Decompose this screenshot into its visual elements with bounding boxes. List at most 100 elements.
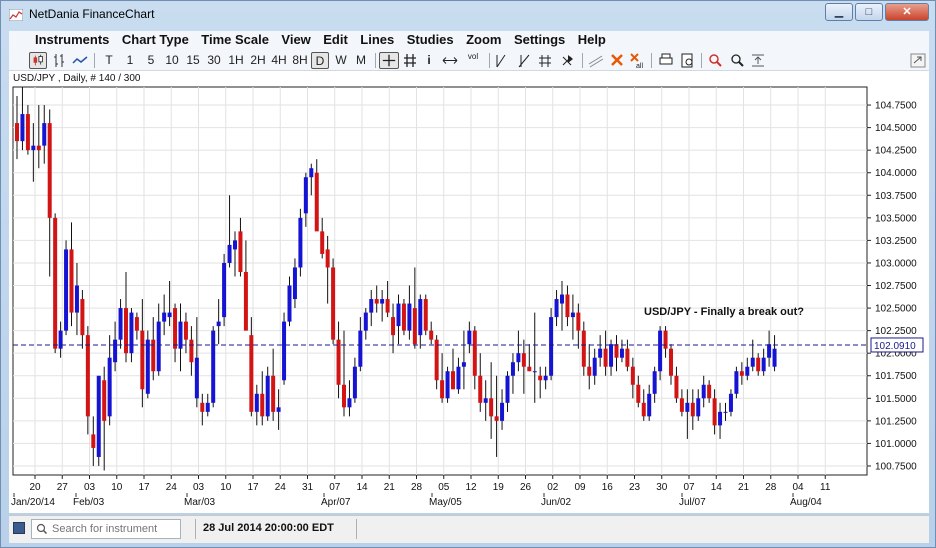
x-tick-label: 07 — [329, 482, 341, 493]
candle-down — [385, 299, 390, 313]
candle-up — [718, 411, 723, 426]
candle-down — [183, 321, 188, 340]
app-window: NetDania FinanceChart ▁ □ ✕ Instruments … — [0, 0, 936, 548]
candle-up — [222, 262, 227, 318]
candle-up — [619, 348, 624, 358]
candle-up — [500, 402, 505, 421]
y-tick-label: 104.5000 — [875, 123, 917, 134]
y-tick-label: 102.7500 — [875, 281, 917, 292]
candle-up — [167, 312, 172, 318]
candle-up — [282, 321, 287, 381]
candle-up — [658, 330, 663, 372]
candle-up — [358, 330, 363, 367]
candle-up — [233, 240, 237, 250]
y-tick-label: 102.5000 — [875, 304, 917, 315]
candle-up — [64, 249, 69, 331]
x-tick-label: 14 — [711, 482, 723, 493]
y-tick-label: 101.5000 — [875, 394, 917, 405]
candle-down — [15, 123, 19, 142]
candle-up — [745, 366, 750, 376]
candle-up — [761, 357, 766, 372]
x-tick-label: 20 — [29, 482, 41, 493]
candle-up — [96, 375, 101, 457]
candle-down — [140, 330, 145, 390]
candle-up — [265, 375, 270, 417]
month-label: Jul/07 — [679, 497, 706, 508]
candle-up — [456, 366, 461, 390]
candle-down — [641, 402, 646, 417]
y-tick-label: 103.7500 — [875, 191, 917, 202]
candle-up — [701, 384, 706, 399]
month-label: Aug/04 — [790, 497, 822, 508]
candle-down — [756, 357, 761, 372]
candle-up — [560, 294, 564, 304]
y-tick-label: 103.2500 — [875, 236, 917, 247]
candle-up — [380, 299, 385, 304]
candle-down — [238, 231, 243, 272]
candle-down — [102, 380, 107, 421]
candle-down — [85, 335, 90, 417]
candle-up — [767, 344, 772, 358]
candle-up — [467, 330, 472, 345]
candle-down — [565, 294, 570, 318]
candle-up — [216, 321, 221, 327]
x-tick-label: 30 — [656, 482, 668, 493]
candle-down — [538, 375, 543, 381]
x-tick-label: 28 — [765, 482, 777, 493]
y-tick-label: 104.0000 — [875, 168, 917, 179]
candle-down — [630, 366, 635, 385]
candle-down — [423, 299, 428, 331]
candlestick-chart[interactable]: 104.7500 104.5000 104.2500 104.0000 103.7500… — [1, 1, 935, 513]
candle-up — [554, 299, 559, 318]
candle-down — [674, 375, 679, 399]
candle-down — [47, 123, 52, 218]
candle-down — [440, 380, 445, 399]
candle-up — [461, 362, 466, 367]
x-tick-label: 19 — [493, 482, 505, 493]
candle-up — [211, 330, 216, 403]
candle-down — [587, 366, 592, 376]
x-tick-label: 21 — [738, 482, 750, 493]
candle-down — [336, 339, 341, 385]
candle-down — [663, 330, 668, 349]
candle-down — [249, 335, 254, 412]
x-tick-label: 23 — [629, 482, 641, 493]
candle-up — [31, 145, 36, 151]
candle-down — [151, 339, 156, 372]
candle-down — [669, 348, 673, 376]
candle-down — [80, 299, 85, 336]
y-tick-label: 103.0000 — [875, 258, 917, 269]
y-tick-label: 104.2500 — [875, 146, 917, 157]
candle-down — [636, 384, 641, 403]
candle-down — [576, 312, 581, 331]
candle-up — [107, 357, 112, 417]
candle-down — [494, 416, 499, 421]
candle-down — [581, 330, 586, 367]
x-tick-label: 02 — [547, 482, 559, 493]
x-tick-label: 24 — [275, 482, 287, 493]
month-label: Jan/20/14 — [11, 497, 55, 508]
candle-down — [434, 339, 439, 381]
candle-up — [118, 308, 123, 340]
x-tick-label: 24 — [166, 482, 178, 493]
candle-up — [129, 312, 134, 354]
candle-up — [113, 339, 118, 363]
candle-down — [260, 393, 265, 417]
candle-up — [298, 217, 303, 268]
status-bar: 28 Jul 2014 20:00:00 EDT — [9, 515, 929, 543]
candle-up — [483, 398, 488, 403]
x-tick-label: 03 — [193, 482, 205, 493]
month-label: May/05 — [429, 497, 462, 508]
search-input[interactable] — [52, 522, 177, 536]
candle-down — [69, 249, 74, 313]
x-tick-label: 27 — [57, 482, 69, 493]
candle-down — [271, 375, 276, 412]
candle-up — [227, 244, 232, 263]
candle-up — [205, 402, 210, 412]
x-tick-label: 07 — [683, 482, 695, 493]
candle-up — [276, 407, 281, 412]
x-tick-label: 04 — [792, 482, 804, 493]
instrument-icon[interactable] — [13, 522, 25, 534]
search-box[interactable] — [31, 519, 181, 539]
chart-annotation: USD/JPY - Finally a break out? — [644, 306, 804, 318]
